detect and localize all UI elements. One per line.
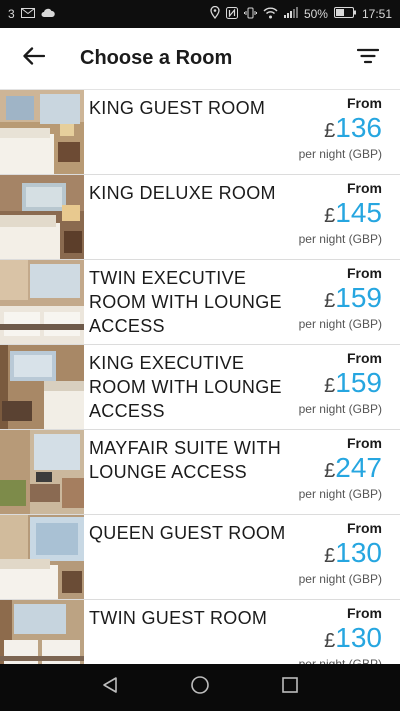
price-line: £145 bbox=[272, 197, 382, 229]
currency-symbol: £ bbox=[324, 460, 336, 482]
per-night-note: per night (GBP) bbox=[298, 147, 382, 161]
from-label: From bbox=[347, 605, 382, 621]
currency-symbol: £ bbox=[324, 205, 336, 227]
status-right: 50% 17:51 bbox=[210, 5, 392, 22]
per-night-note: per night (GBP) bbox=[298, 317, 382, 331]
price-line: £247 bbox=[272, 452, 382, 484]
price-amount: 159 bbox=[335, 282, 382, 313]
location-icon bbox=[210, 5, 220, 22]
circle-home-icon bbox=[190, 675, 210, 700]
status-bar: 3 50% 17:51 bbox=[0, 0, 400, 28]
from-label: From bbox=[347, 265, 382, 281]
price-amount: 145 bbox=[335, 197, 382, 228]
room-photo bbox=[0, 345, 84, 429]
filter-icon bbox=[356, 48, 380, 69]
nfc-icon bbox=[225, 6, 238, 22]
currency-symbol: £ bbox=[324, 545, 336, 567]
price-block: From £130 per night (GBP) bbox=[272, 604, 382, 664]
price-block: From £130 per night (GBP) bbox=[272, 519, 382, 587]
currency-symbol: £ bbox=[324, 290, 336, 312]
mail-icon bbox=[20, 7, 35, 21]
per-night-note: per night (GBP) bbox=[298, 402, 382, 416]
room-photo bbox=[0, 600, 84, 664]
price-block: From £247 per night (GBP) bbox=[272, 434, 382, 502]
from-label: From bbox=[347, 350, 382, 366]
from-label: From bbox=[347, 95, 382, 111]
currency-symbol: £ bbox=[324, 375, 336, 397]
room-row-king-deluxe[interactable]: KING DELUXE ROOM From £145 per night (GB… bbox=[0, 175, 400, 260]
page-title: Choose a Room bbox=[80, 47, 233, 69]
price-amount: 130 bbox=[335, 537, 382, 568]
notification-count: 3 bbox=[8, 7, 15, 21]
room-name: MAYFAIR SUITE WITH LOUNGE ACCESS bbox=[89, 438, 282, 482]
price-block: From £159 per night (GBP) bbox=[272, 349, 382, 417]
price-block: From £159 per night (GBP) bbox=[272, 264, 382, 332]
nav-recent-button[interactable] bbox=[276, 674, 304, 702]
vibrate-icon bbox=[243, 7, 257, 22]
currency-symbol: £ bbox=[324, 630, 336, 652]
room-photo bbox=[0, 260, 84, 344]
clock: 17:51 bbox=[361, 7, 392, 21]
room-name: TWIN EXECUTIVE ROOM WITH LOUNGE ACCESS bbox=[89, 268, 282, 336]
square-recent-icon bbox=[281, 676, 299, 699]
room-name: TWIN GUEST ROOM bbox=[89, 608, 268, 628]
room-name: KING GUEST ROOM bbox=[89, 98, 266, 118]
room-photo bbox=[0, 430, 84, 514]
price-amount: 247 bbox=[335, 452, 382, 483]
price-amount: 159 bbox=[335, 367, 382, 398]
filter-button[interactable] bbox=[352, 43, 384, 75]
price-amount: 136 bbox=[335, 112, 382, 143]
nav-home-button[interactable] bbox=[186, 674, 214, 702]
price-line: £159 bbox=[272, 367, 382, 399]
price-block: From £136 per night (GBP) bbox=[272, 94, 382, 162]
status-left: 3 bbox=[8, 7, 55, 21]
room-photo bbox=[0, 175, 84, 259]
nav-back-button[interactable] bbox=[96, 674, 124, 702]
signal-icon bbox=[283, 7, 298, 21]
price-line: £159 bbox=[272, 282, 382, 314]
room-row-twin-executive[interactable]: TWIN EXECUTIVE ROOM WITH LOUNGE ACCESS F… bbox=[0, 260, 400, 345]
price-amount: 130 bbox=[335, 622, 382, 653]
cloud-icon bbox=[41, 7, 55, 21]
room-row-twin-guest[interactable]: TWIN GUEST ROOM From £130 per night (GBP… bbox=[0, 600, 400, 664]
room-name: KING EXECUTIVE ROOM WITH LOUNGE ACCESS bbox=[89, 353, 282, 421]
room-name: KING DELUXE ROOM bbox=[89, 183, 276, 203]
room-photo bbox=[0, 515, 84, 599]
price-line: £136 bbox=[272, 112, 382, 144]
battery-icon bbox=[333, 7, 356, 21]
room-row-king-executive[interactable]: KING EXECUTIVE ROOM WITH LOUNGE ACCESS F… bbox=[0, 345, 400, 430]
per-night-note: per night (GBP) bbox=[298, 487, 382, 501]
arrow-left-icon bbox=[23, 47, 46, 70]
from-label: From bbox=[347, 435, 382, 451]
per-night-note: per night (GBP) bbox=[298, 572, 382, 586]
per-night-note: per night (GBP) bbox=[298, 657, 382, 664]
currency-symbol: £ bbox=[324, 120, 336, 142]
app-bar: Choose a Room bbox=[0, 28, 400, 90]
room-list: KING GUEST ROOM From £136 per night (GBP… bbox=[0, 90, 400, 664]
room-name: QUEEN GUEST ROOM bbox=[89, 523, 286, 543]
back-button[interactable] bbox=[18, 43, 50, 75]
system-nav-bar bbox=[0, 664, 400, 711]
wifi-icon bbox=[263, 7, 278, 22]
triangle-back-icon bbox=[101, 676, 119, 699]
room-row-queen-guest[interactable]: QUEEN GUEST ROOM From £130 per night (GB… bbox=[0, 515, 400, 600]
price-line: £130 bbox=[272, 537, 382, 569]
battery-percent: 50% bbox=[303, 7, 328, 21]
price-line: £130 bbox=[272, 622, 382, 654]
room-row-king-guest[interactable]: KING GUEST ROOM From £136 per night (GBP… bbox=[0, 90, 400, 175]
from-label: From bbox=[347, 520, 382, 536]
room-photo bbox=[0, 90, 84, 174]
from-label: From bbox=[347, 180, 382, 196]
room-row-mayfair-suite[interactable]: MAYFAIR SUITE WITH LOUNGE ACCESS From £2… bbox=[0, 430, 400, 515]
per-night-note: per night (GBP) bbox=[298, 232, 382, 246]
price-block: From £145 per night (GBP) bbox=[272, 179, 382, 247]
